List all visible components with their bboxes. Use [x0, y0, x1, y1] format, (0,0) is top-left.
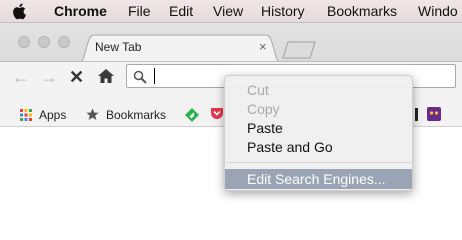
bookmark-bookmarks[interactable]: Bookmarks: [106, 108, 166, 122]
feedly-icon[interactable]: [185, 108, 199, 122]
menu-item-copy: Copy: [247, 101, 280, 117]
menu-item-cut: Cut: [247, 82, 269, 98]
tab-title: New Tab: [95, 40, 142, 54]
home-icon[interactable]: [97, 68, 115, 84]
truncated-bookmark-icon[interactable]: [415, 108, 418, 121]
menu-file[interactable]: File: [128, 2, 151, 20]
forward-button[interactable]: →: [40, 67, 58, 87]
menu-item-paste-and-go[interactable]: Paste and Go: [247, 138, 333, 156]
tab-close-icon[interactable]: ×: [259, 39, 267, 54]
stop-button[interactable]: ✕: [69, 67, 84, 87]
minimize-window-button[interactable]: [38, 36, 50, 48]
menu-bookmarks[interactable]: Bookmarks: [327, 2, 397, 20]
mac-menu-bar: Chrome File Edit View History Bookmarks …: [0, 0, 462, 23]
menu-history[interactable]: History: [261, 2, 305, 20]
pocket-icon[interactable]: [210, 107, 224, 121]
menu-view[interactable]: View: [213, 2, 243, 20]
close-window-button[interactable]: [18, 36, 30, 48]
menu-window[interactable]: Windo: [418, 2, 458, 20]
context-menu: Cut Copy Paste Paste and Go Edit Search …: [224, 75, 413, 191]
menu-item-edit-search-engines[interactable]: Edit Search Engines...: [247, 170, 386, 188]
back-button[interactable]: ←: [12, 67, 30, 87]
extension-icon[interactable]: [427, 107, 441, 121]
bookmark-apps[interactable]: Apps: [39, 108, 66, 122]
menu-edit[interactable]: Edit: [169, 2, 193, 20]
text-cursor: [154, 68, 155, 84]
menu-item-paste[interactable]: Paste: [247, 119, 283, 137]
menu-chrome[interactable]: Chrome: [54, 2, 107, 20]
apps-grid-icon: [20, 109, 32, 121]
star-icon: [86, 108, 99, 120]
search-icon: [133, 70, 147, 84]
new-tab-button[interactable]: [282, 41, 316, 59]
menu-separator: [226, 162, 411, 163]
zoom-window-button[interactable]: [58, 36, 70, 48]
apple-icon[interactable]: [12, 2, 28, 20]
